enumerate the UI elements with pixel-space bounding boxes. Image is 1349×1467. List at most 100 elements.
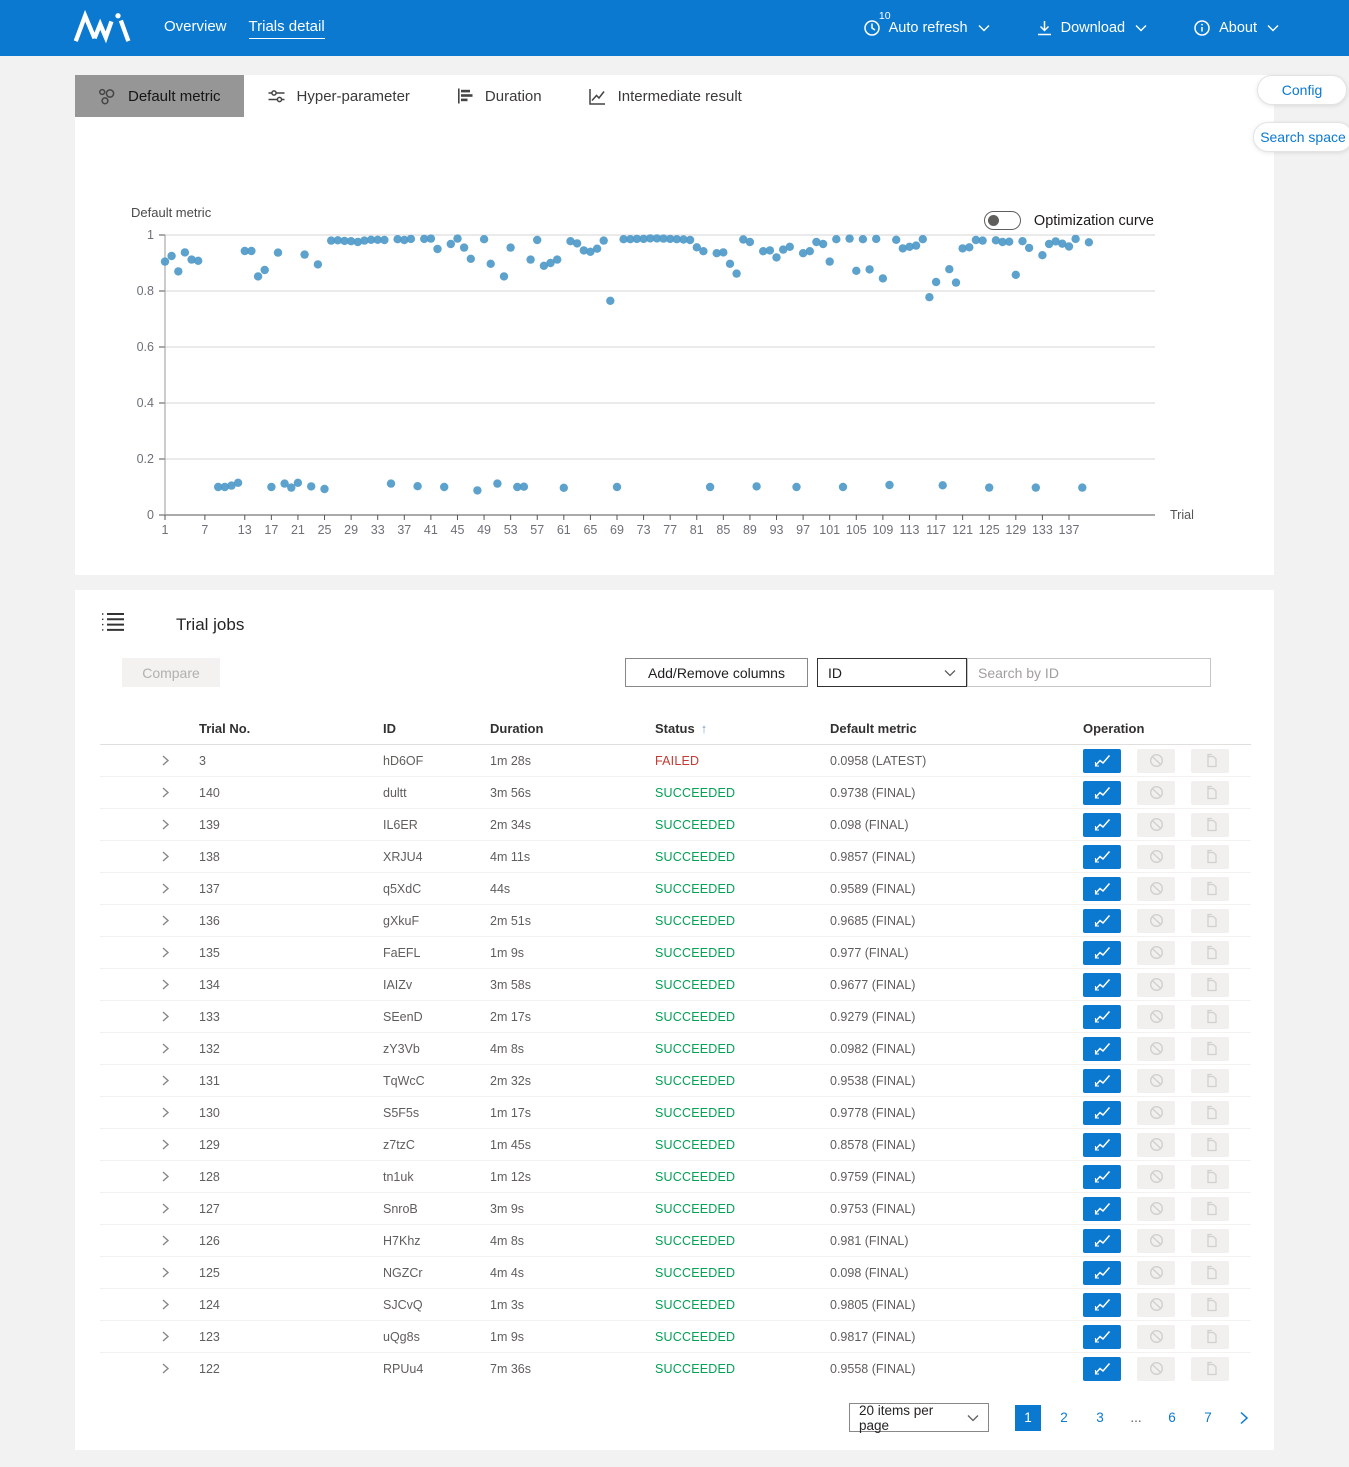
auto-refresh-menu[interactable]: 10 Auto refresh <box>863 19 990 37</box>
table-row[interactable]: 125 NGZCr 4m 4s SUCCEEDED 0.098 (FINAL) <box>100 1256 1251 1288</box>
table-row[interactable]: 124 SJCvQ 1m 3s SUCCEEDED 0.9805 (FINAL) <box>100 1288 1251 1320</box>
header-default-metric[interactable]: Default metric <box>830 721 1083 736</box>
expand-chevron-icon[interactable] <box>100 1139 199 1150</box>
copy-trial-button <box>1191 1229 1229 1253</box>
copy-trial-button <box>1191 1133 1229 1157</box>
cell-status: SUCCEEDED <box>655 1330 830 1344</box>
intermediate-result-button[interactable] <box>1083 1261 1121 1285</box>
expand-chevron-icon[interactable] <box>100 787 199 798</box>
table-row[interactable]: 132 zY3Vb 4m 8s SUCCEEDED 0.0982 (FINAL) <box>100 1032 1251 1064</box>
table-row[interactable]: 123 uQg8s 1m 9s SUCCEEDED 0.9817 (FINAL) <box>100 1320 1251 1352</box>
tab-default-metric[interactable]: Default metric <box>75 75 244 117</box>
table-row[interactable]: 122 RPUu4 7m 36s SUCCEEDED 0.9558 (FINAL… <box>100 1352 1251 1384</box>
nav-trials-detail[interactable]: Trials detail <box>249 18 325 39</box>
about-menu[interactable]: About <box>1193 19 1279 37</box>
expand-chevron-icon[interactable] <box>100 819 199 830</box>
table-row[interactable]: 139 IL6ER 2m 34s SUCCEEDED 0.098 (FINAL) <box>100 808 1251 840</box>
table-row[interactable]: 129 z7tzC 1m 45s SUCCEEDED 0.8578 (FINAL… <box>100 1128 1251 1160</box>
expand-chevron-icon[interactable] <box>100 851 199 862</box>
intermediate-result-button[interactable] <box>1083 813 1121 837</box>
tab-hyper-parameter[interactable]: Hyper-parameter <box>244 75 433 117</box>
expand-chevron-icon[interactable] <box>100 979 199 990</box>
intermediate-result-button[interactable] <box>1083 941 1121 965</box>
table-row[interactable]: 130 S5F5s 1m 17s SUCCEEDED 0.9778 (FINAL… <box>100 1096 1251 1128</box>
kill-trial-button <box>1137 749 1175 773</box>
intermediate-result-button[interactable] <box>1083 1229 1121 1253</box>
expand-chevron-icon[interactable] <box>100 1107 199 1118</box>
intermediate-result-button[interactable] <box>1083 1293 1121 1317</box>
expand-chevron-icon[interactable] <box>100 1331 199 1342</box>
cell-trial-no: 126 <box>199 1234 383 1248</box>
scatter-icon <box>98 87 117 106</box>
search-input[interactable] <box>967 658 1211 687</box>
table-row[interactable]: 128 tn1uk 1m 12s SUCCEEDED 0.9759 (FINAL… <box>100 1160 1251 1192</box>
svg-text:Trial: Trial <box>1170 508 1194 522</box>
table-row[interactable]: 137 q5XdC 44s SUCCEEDED 0.9589 (FINAL) <box>100 872 1251 904</box>
intermediate-result-button[interactable] <box>1083 1197 1121 1221</box>
tab-duration[interactable]: Duration <box>433 75 565 117</box>
add-remove-columns-button[interactable]: Add/Remove columns <box>625 658 808 687</box>
cell-status: SUCCEEDED <box>655 786 830 800</box>
table-row[interactable]: 136 gXkuF 2m 51s SUCCEEDED 0.9685 (FINAL… <box>100 904 1251 936</box>
intermediate-result-button[interactable] <box>1083 749 1121 773</box>
table-row[interactable]: 138 XRJU4 4m 11s SUCCEEDED 0.9857 (FINAL… <box>100 840 1251 872</box>
page-button-1[interactable]: 1 <box>1015 1405 1041 1431</box>
intermediate-result-button[interactable] <box>1083 1069 1121 1093</box>
items-per-page-dropdown[interactable]: 20 items per page <box>849 1403 989 1432</box>
expand-chevron-icon[interactable] <box>100 1299 199 1310</box>
intermediate-result-button[interactable] <box>1083 973 1121 997</box>
copy-trial-button <box>1191 845 1229 869</box>
expand-chevron-icon[interactable] <box>100 1171 199 1182</box>
table-row[interactable]: 3 hD6OF 1m 28s FAILED 0.0958 (LATEST) <box>100 744 1251 776</box>
intermediate-result-button[interactable] <box>1083 1101 1121 1125</box>
header-id[interactable]: ID <box>383 721 490 736</box>
search-filter-dropdown[interactable]: ID <box>817 658 967 687</box>
page-button-2[interactable]: 2 <box>1051 1405 1077 1431</box>
expand-chevron-icon[interactable] <box>100 915 199 926</box>
download-menu[interactable]: Download <box>1036 20 1148 37</box>
intermediate-result-button[interactable] <box>1083 909 1121 933</box>
search-space-button[interactable]: Search space <box>1253 122 1349 152</box>
header-trial-no[interactable]: Trial No. <box>199 721 383 736</box>
next-page-button[interactable] <box>1237 1411 1251 1425</box>
svg-text:65: 65 <box>583 523 597 537</box>
page-button-7[interactable]: 7 <box>1195 1405 1221 1431</box>
header-status[interactable]: Status↑ <box>655 721 830 736</box>
intermediate-result-button[interactable] <box>1083 781 1121 805</box>
expand-chevron-icon[interactable] <box>100 1043 199 1054</box>
nav-overview[interactable]: Overview <box>164 18 227 38</box>
intermediate-result-button[interactable] <box>1083 1037 1121 1061</box>
table-row[interactable]: 134 IAIZv 3m 58s SUCCEEDED 0.9677 (FINAL… <box>100 968 1251 1000</box>
expand-chevron-icon[interactable] <box>100 755 199 766</box>
intermediate-result-button[interactable] <box>1083 1165 1121 1189</box>
expand-chevron-icon[interactable] <box>100 947 199 958</box>
table-row[interactable]: 126 H7Khz 4m 8s SUCCEEDED 0.981 (FINAL) <box>100 1224 1251 1256</box>
expand-chevron-icon[interactable] <box>100 1235 199 1246</box>
config-button[interactable]: Config <box>1257 75 1347 105</box>
intermediate-result-button[interactable] <box>1083 845 1121 869</box>
table-row[interactable]: 140 dultt 3m 56s SUCCEEDED 0.9738 (FINAL… <box>100 776 1251 808</box>
expand-chevron-icon[interactable] <box>100 1203 199 1214</box>
page-button-3[interactable]: 3 <box>1087 1405 1113 1431</box>
intermediate-result-button[interactable] <box>1083 1357 1121 1381</box>
default-metric-scatter-chart[interactable]: 00.20.40.60.8117131721252933374145495357… <box>75 215 1274 555</box>
compare-button[interactable]: Compare <box>122 658 220 687</box>
cell-duration: 3m 58s <box>490 978 655 992</box>
expand-chevron-icon[interactable] <box>100 1011 199 1022</box>
intermediate-result-button[interactable] <box>1083 877 1121 901</box>
cell-id: SEenD <box>383 1010 490 1024</box>
intermediate-result-button[interactable] <box>1083 1005 1121 1029</box>
expand-chevron-icon[interactable] <box>100 1267 199 1278</box>
intermediate-result-button[interactable] <box>1083 1325 1121 1349</box>
table-row[interactable]: 133 SEenD 2m 17s SUCCEEDED 0.9279 (FINAL… <box>100 1000 1251 1032</box>
expand-chevron-icon[interactable] <box>100 1363 199 1374</box>
header-duration[interactable]: Duration <box>490 721 655 736</box>
tab-intermediate-result[interactable]: Intermediate result <box>565 75 765 117</box>
expand-chevron-icon[interactable] <box>100 883 199 894</box>
intermediate-result-button[interactable] <box>1083 1133 1121 1157</box>
expand-chevron-icon[interactable] <box>100 1075 199 1086</box>
table-row[interactable]: 135 FaEFL 1m 9s SUCCEEDED 0.977 (FINAL) <box>100 936 1251 968</box>
table-row[interactable]: 127 SnroB 3m 9s SUCCEEDED 0.9753 (FINAL) <box>100 1192 1251 1224</box>
page-button-6[interactable]: 6 <box>1159 1405 1185 1431</box>
table-row[interactable]: 131 TqWcC 2m 32s SUCCEEDED 0.9538 (FINAL… <box>100 1064 1251 1096</box>
